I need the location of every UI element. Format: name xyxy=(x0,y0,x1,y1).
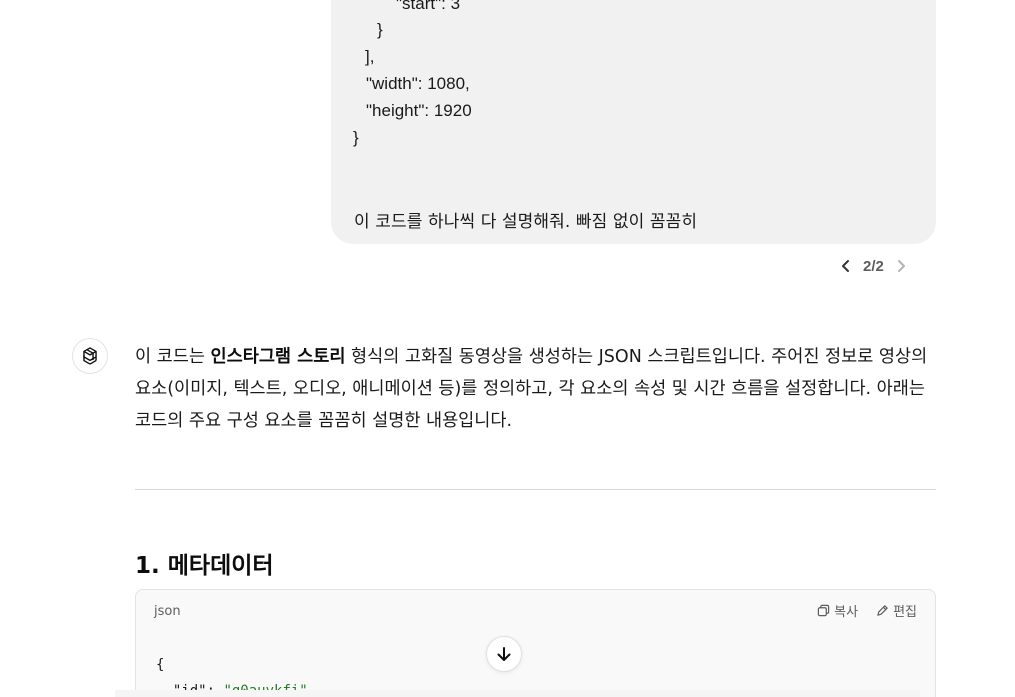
next-response-button[interactable] xyxy=(890,253,912,279)
answer-bold-term: 인스타그램 스토리 xyxy=(210,347,346,367)
copy-label: 복사 xyxy=(834,605,859,620)
code-actions: 복사 편집 xyxy=(817,601,917,620)
copy-icon xyxy=(817,604,830,617)
response-pager: 2/2 xyxy=(835,253,912,279)
chevron-left-icon xyxy=(842,260,849,272)
section-divider xyxy=(135,489,936,490)
pager-count: 2/2 xyxy=(863,257,884,275)
scroll-to-bottom-button[interactable] xyxy=(486,636,522,672)
section-heading: 1. 메타데이터 xyxy=(135,553,274,579)
user-code-line: ], xyxy=(365,47,375,66)
user-question-text: 이 코드를 하나씩 다 설명해줘. 빠짐 없이 꼼꼼히 xyxy=(354,212,698,232)
chevron-right-icon xyxy=(897,260,905,272)
composer-edge xyxy=(115,690,920,697)
user-code-line: "start": 3 xyxy=(396,0,461,13)
assistant-avatar xyxy=(72,338,108,374)
code-line: { xyxy=(156,657,165,673)
assistant-answer-paragraph: 이 코드는 인스타그램 스토리 형식의 고화질 동영상을 생성하는 JSON 스… xyxy=(135,341,935,437)
edit-label: 편집 xyxy=(893,605,917,620)
openai-logo-icon xyxy=(83,347,97,365)
user-code-line: "width": 1080, xyxy=(366,74,470,93)
chat-page: "start": 3 } ], "width": 1080, "height":… xyxy=(0,0,1015,697)
copy-code-button[interactable]: 복사 xyxy=(817,601,858,620)
user-code-line: "height": 1920 xyxy=(366,101,472,120)
code-block: json 복사 편집 { "id": "g0auvkfi", xyxy=(135,589,936,697)
answer-prefix: 이 코드는 xyxy=(135,347,211,367)
user-code-line: } xyxy=(377,20,383,39)
arrow-down-icon xyxy=(497,647,511,661)
edit-icon xyxy=(877,605,888,616)
user-code-line: } xyxy=(353,128,359,147)
code-language-label: json xyxy=(154,604,181,619)
previous-response-button[interactable] xyxy=(835,253,857,279)
edit-code-button[interactable]: 편집 xyxy=(876,601,917,620)
